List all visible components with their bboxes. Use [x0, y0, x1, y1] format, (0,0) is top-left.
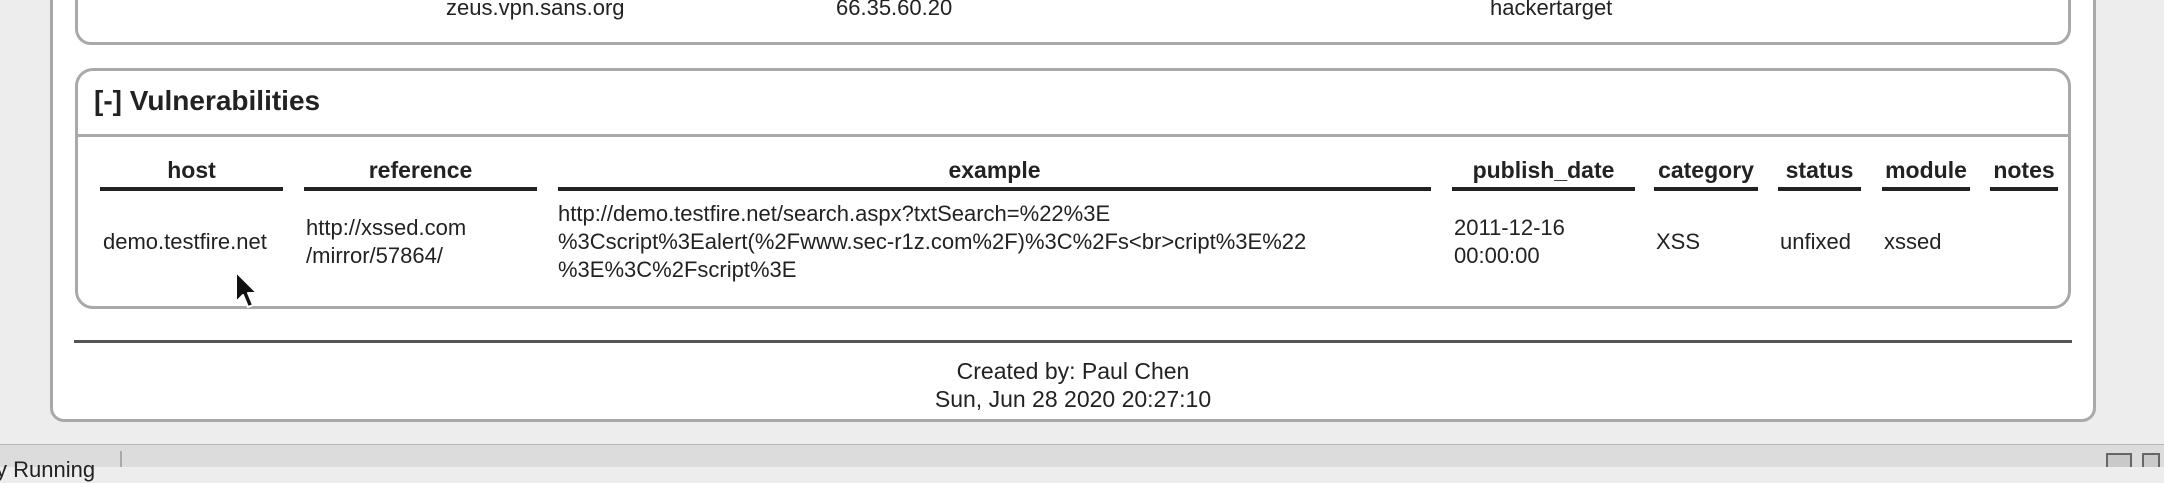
column-header-notes: notes: [1990, 157, 2058, 191]
status-bar-text: y Running: [0, 457, 96, 482]
report-page: zeus.vpn.sans.org 66.35.60.20 hackertarg…: [0, 0, 2164, 482]
footer-timestamp: Sun, Jun 28 2020 20:27:10: [934, 386, 1212, 412]
column-header-category: category: [1654, 157, 1758, 191]
vuln-reference-link-line2[interactable]: /mirror/57864/: [306, 242, 443, 270]
vuln-module-cell: xssed: [1884, 229, 1942, 254]
window-icon[interactable]: [2106, 453, 2132, 467]
status-divider: [120, 451, 122, 467]
footer-divider: [74, 340, 2072, 343]
source-cell: hackertarget: [1490, 0, 1613, 20]
vuln-category-cell: XSS: [1656, 229, 1701, 254]
column-header-publish-date: publish_date: [1452, 157, 1635, 191]
vulnerabilities-toggle-title[interactable]: [-] Vulnerabilities: [94, 85, 320, 117]
vuln-example-line3: %3E%3C%2Fscript%3E: [558, 257, 797, 282]
column-header-module: module: [1882, 157, 1970, 191]
window-icon-secondary[interactable]: [2142, 453, 2160, 467]
status-bar: y Running: [0, 444, 2164, 482]
vuln-publish-date-line2: 00:00:00: [1454, 243, 1540, 268]
vuln-status-cell: unfixed: [1780, 229, 1851, 254]
vuln-publish-date-line1: 2011-12-16: [1454, 215, 1565, 240]
footer-created-by: Created by: Paul Chen: [956, 358, 1190, 384]
host-cell: zeus.vpn.sans.org: [446, 0, 625, 20]
mouse-pointer-icon: [235, 271, 258, 308]
vuln-example-line1: http://demo.testfire.net/search.aspx?txt…: [558, 201, 1111, 226]
vuln-reference-link-line1[interactable]: http://xssed.com: [306, 214, 466, 242]
vuln-example-line2: %3Cscript%3Ealert(%2Fwww.sec-r1z.com%2F)…: [558, 229, 1307, 254]
hosts-section: zeus.vpn.sans.org 66.35.60.20 hackertarg…: [75, 0, 2071, 45]
column-header-status: status: [1778, 157, 1861, 191]
ip-cell: 66.35.60.20: [836, 0, 953, 20]
column-header-example: example: [558, 157, 1431, 191]
column-header-host: host: [100, 157, 283, 191]
vuln-host-cell: demo.testfire.net: [103, 229, 267, 254]
vulnerabilities-header[interactable]: [-] Vulnerabilities: [78, 71, 2068, 137]
vulnerabilities-section: [-] Vulnerabilities host reference examp…: [75, 68, 2071, 309]
column-header-reference: reference: [304, 157, 537, 191]
